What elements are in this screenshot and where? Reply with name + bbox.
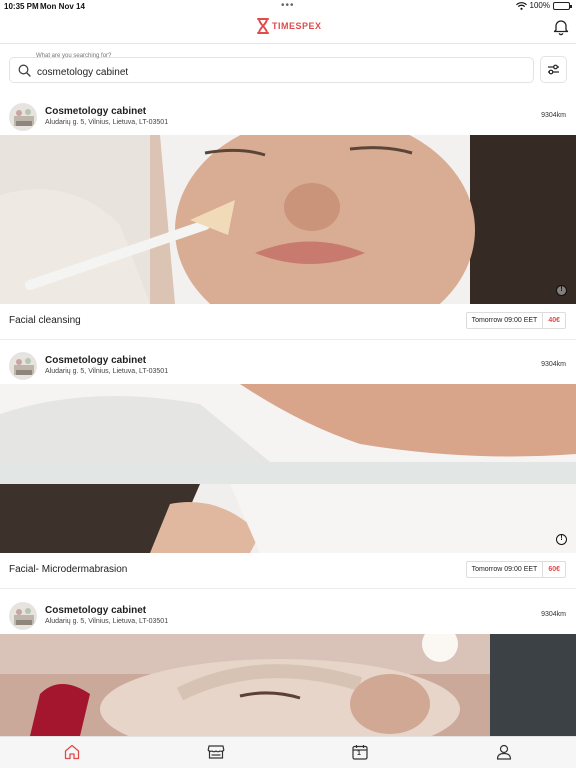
card-header[interactable]: Cosmetology cabinet Aludarių g. 5, Vilni… (0, 348, 576, 384)
notifications-bell-icon[interactable] (552, 18, 570, 36)
filter-button[interactable] (540, 56, 567, 83)
info-icon[interactable]: ! (556, 534, 567, 545)
tab-home-icon[interactable] (63, 743, 81, 761)
service-photo[interactable]: ! (0, 135, 576, 304)
battery-icon (553, 1, 572, 10)
service-name[interactable]: Facial- Microdermabrasion (9, 564, 127, 575)
shop-address: Aludarių g. 5, Vilnius, Lietuva, LT-0350… (45, 368, 169, 375)
service-photo[interactable] (0, 634, 576, 736)
tab-shop-icon[interactable] (207, 743, 225, 761)
tab-calendar[interactable]: 1 (351, 743, 369, 761)
service-row[interactable]: Facial- Microdermabrasion Tomorrow 09:00… (0, 553, 576, 589)
shop-avatar (9, 602, 37, 630)
slot-time: Tomorrow 09:00 EET (467, 313, 544, 328)
shop-distance: 9304km (541, 361, 566, 368)
calendar-day-badge: 1 (357, 750, 361, 757)
shop-name[interactable]: Cosmetology cabinet (45, 106, 146, 117)
slot-time: Tomorrow 09:00 EET (467, 562, 544, 577)
service-photo[interactable]: ! (0, 384, 576, 553)
brand-name: TIMESPEX (272, 21, 322, 31)
shop-address: Aludarių g. 5, Vilnius, Lietuva, LT-0350… (45, 618, 169, 625)
search-label: What are you searching for? (36, 53, 112, 59)
slot-price: 60€ (548, 566, 560, 573)
shop-distance: 9304km (541, 112, 566, 119)
result-card[interactable]: Cosmetology cabinet Aludarių g. 5, Vilni… (0, 598, 576, 736)
status-time: 10:35 PM (4, 2, 39, 11)
booking-slot-button[interactable]: Tomorrow 09:00 EET 40€ (465, 312, 566, 329)
brand-logo: TIMESPEX (257, 18, 322, 34)
service-row[interactable]: Facial cleansing Tomorrow 09:00 EET 40€ (0, 304, 576, 340)
search-query[interactable]: cosmetology cabinet (37, 67, 128, 78)
hourglass-logo-icon (257, 18, 269, 34)
sliders-icon (548, 64, 559, 75)
status-date: Mon Nov 14 (40, 2, 85, 11)
result-card[interactable]: Cosmetology cabinet Aludarių g. 5, Vilni… (0, 348, 576, 589)
shop-address: Aludarių g. 5, Vilnius, Lietuva, LT-0350… (45, 119, 169, 126)
search-icon (18, 64, 31, 77)
shop-distance: 9304km (541, 611, 566, 618)
shop-name[interactable]: Cosmetology cabinet (45, 355, 146, 366)
info-icon[interactable]: ! (556, 285, 567, 296)
multitask-dots[interactable]: ••• (281, 0, 295, 11)
shop-name[interactable]: Cosmetology cabinet (45, 605, 146, 616)
result-card[interactable]: Cosmetology cabinet Aludarių g. 5, Vilni… (0, 99, 576, 340)
bottom-tab-bar: 1 (0, 736, 576, 768)
card-header[interactable]: Cosmetology cabinet Aludarių g. 5, Vilni… (0, 99, 576, 135)
battery-percent: 100% (529, 1, 550, 10)
service-name[interactable]: Facial cleansing (9, 315, 81, 326)
shop-avatar (9, 103, 37, 131)
shop-avatar (9, 352, 37, 380)
card-header[interactable]: Cosmetology cabinet Aludarių g. 5, Vilni… (0, 598, 576, 634)
slot-price: 40€ (548, 317, 560, 324)
app-header: TIMESPEX (0, 12, 576, 44)
search-input[interactable]: cosmetology cabinet (9, 57, 534, 83)
status-bar: 10:35 PM Mon Nov 14 ••• 100% (0, 0, 576, 12)
tab-profile-icon[interactable] (495, 743, 513, 761)
wifi-icon (515, 1, 527, 10)
status-right: 100% (515, 1, 572, 10)
booking-slot-button[interactable]: Tomorrow 09:00 EET 60€ (465, 561, 566, 578)
